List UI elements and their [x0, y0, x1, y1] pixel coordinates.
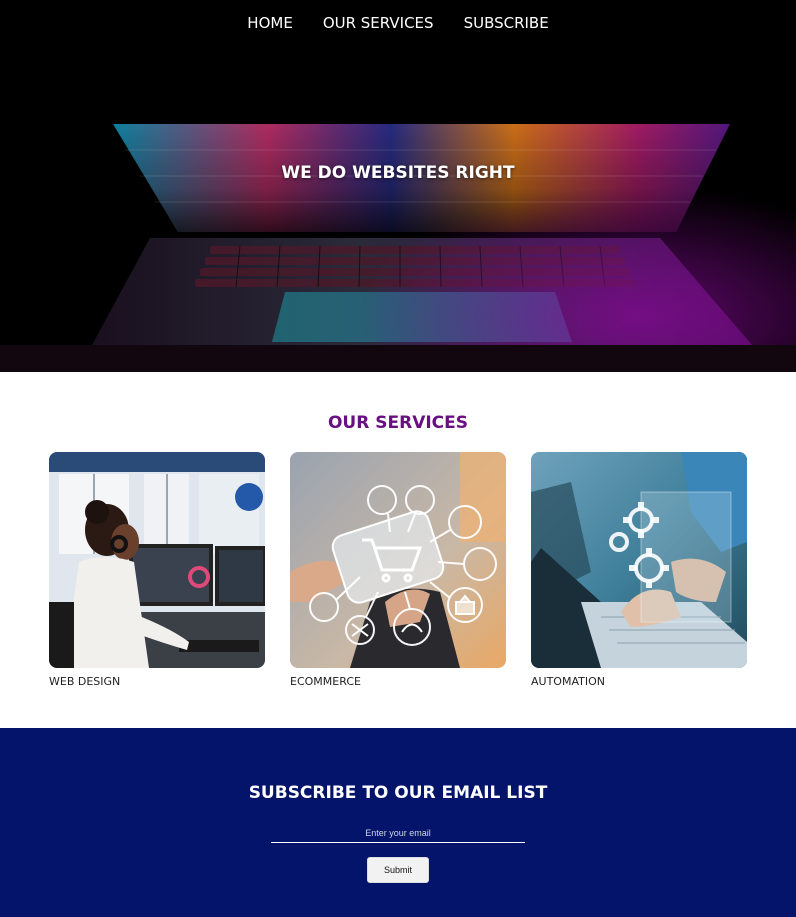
web-design-image [49, 452, 265, 668]
email-input[interactable] [271, 823, 525, 843]
nav-our-services-link[interactable]: OUR SERVICES [323, 13, 434, 33]
subscribe-section: SUBSCRIBE TO OUR EMAIL LIST Submit [0, 728, 796, 917]
main-nav: HOME OUR SERVICES SUBSCRIBE [0, 13, 796, 33]
service-card-ecommerce[interactable]: ECOMMERCE [290, 452, 506, 688]
nav-home-link[interactable]: HOME [247, 13, 293, 33]
service-card-web-design[interactable]: WEB DESIGN [49, 452, 265, 688]
ecommerce-label: ECOMMERCE [290, 675, 361, 688]
web-design-label: WEB DESIGN [49, 675, 121, 688]
submit-button[interactable]: Submit [367, 857, 429, 883]
service-card-automation[interactable]: AUTOMATION [531, 452, 747, 688]
nav-subscribe-link[interactable]: SUBSCRIBE [464, 13, 549, 33]
services-section: OUR SERVICES WEB DESIGN ECOMMERCE AUTOMA… [0, 372, 796, 728]
automation-image [531, 452, 747, 668]
ecommerce-image [290, 452, 506, 668]
hero-laptop-image [0, 0, 796, 372]
subscribe-title: SUBSCRIBE TO OUR EMAIL LIST [248, 783, 548, 803]
automation-label: AUTOMATION [531, 675, 605, 688]
hero-section: HOME OUR SERVICES SUBSCRIBE WE DO WEBSIT… [0, 0, 796, 372]
hero-title: WE DO WEBSITES RIGHT [281, 163, 515, 183]
services-title: OUR SERVICES [327, 413, 469, 433]
